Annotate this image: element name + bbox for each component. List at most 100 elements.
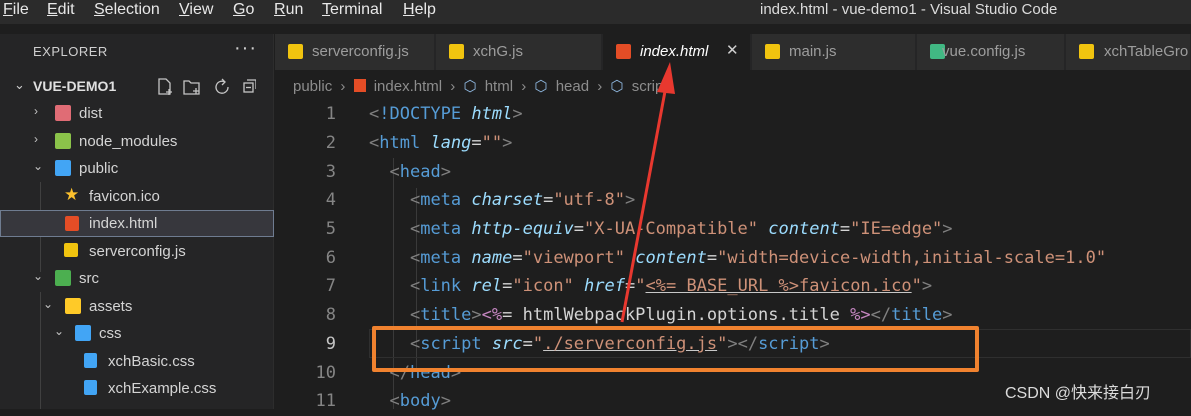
code-text: <body> xyxy=(389,391,451,411)
code-line: 3 <head> xyxy=(275,158,1191,187)
tab-serverconfig-js[interactable]: serverconfig.js xyxy=(275,34,435,70)
menu-run[interactable]: Run xyxy=(274,1,303,19)
chevron-down-icon: ⌄ xyxy=(14,77,25,92)
folder-dist-icon xyxy=(55,105,71,121)
tree-item-xchbasic-css[interactable]: xchBasic.css xyxy=(0,348,274,375)
line-number: 5 xyxy=(325,219,336,239)
folder-css-icon xyxy=(75,325,91,341)
collapse-all-icon[interactable] xyxy=(243,79,256,93)
breadcrumb-html[interactable]: html xyxy=(485,78,513,95)
line-number: 7 xyxy=(325,276,336,296)
menu-selection[interactable]: Selection xyxy=(94,1,160,19)
tree-item-label: index.html xyxy=(89,215,158,232)
tab-index-html[interactable]: index.html ✕ xyxy=(603,34,751,70)
code-text: <html lang=""> xyxy=(369,133,513,153)
tab-label: vue.config.js xyxy=(942,43,1026,60)
editor-tabs: serverconfig.js xchG.js index.html ✕ mai… xyxy=(275,34,1191,70)
cube-icon: ⬡ xyxy=(534,78,548,95)
more-actions-icon[interactable]: ··· xyxy=(234,37,257,60)
tree-item-css[interactable]: ⌄ css xyxy=(0,320,274,347)
star-icon: ★ xyxy=(64,185,80,204)
tree-item-label: assets xyxy=(89,298,133,315)
html5-icon xyxy=(353,79,366,92)
tree-item-label: xchExample.css xyxy=(108,380,217,397)
tree-item-xchexample-css[interactable]: xchExample.css xyxy=(0,375,274,402)
line-number: 2 xyxy=(325,133,336,153)
tree-item-label: favicon.ico xyxy=(89,188,160,205)
line-number: 11 xyxy=(315,391,336,411)
tree-item-dist[interactable]: › dist xyxy=(0,100,274,127)
chevron-down-icon: ⌄ xyxy=(54,324,65,338)
menu-terminal[interactable]: Terminal xyxy=(322,1,382,19)
line-number: 4 xyxy=(325,190,336,210)
tree-item-label: serverconfig.js xyxy=(89,243,186,260)
menu-view[interactable]: View xyxy=(179,1,213,19)
code-line: 1 <!DOCTYPE html> xyxy=(275,100,1191,129)
tree-item-label: xchBasic.css xyxy=(108,353,195,370)
code-line: 7 <link rel="icon" href="<%= BASE_URL %>… xyxy=(275,272,1191,301)
tree-item-src[interactable]: ⌄ src xyxy=(0,265,274,292)
tree-item-label: public xyxy=(79,160,119,177)
project-header[interactable]: ⌄ VUE-DEMO1 xyxy=(0,74,274,100)
explorer-header: EXPLORER xyxy=(33,44,108,59)
line-number: 1 xyxy=(325,104,336,124)
tab-xchtablegro[interactable]: xchTableGro xyxy=(1066,34,1191,70)
line-number: 9 xyxy=(325,334,336,354)
tab-label: xchG.js xyxy=(473,43,524,60)
breadcrumb-head[interactable]: head xyxy=(556,78,589,95)
line-number: 8 xyxy=(325,305,336,325)
js-icon xyxy=(449,44,464,59)
tree-item-index-html[interactable]: index.html xyxy=(0,210,274,237)
tab-vue-config-js[interactable]: vue.config.js xyxy=(917,34,1065,70)
tab-xchg-js[interactable]: xchG.js xyxy=(436,34,602,70)
code-line: 4 <meta charset="utf-8"> xyxy=(275,186,1191,215)
cube-icon: ⬡ xyxy=(463,78,477,95)
menu-file[interactable]: File xyxy=(3,1,29,19)
tree-item-node-modules[interactable]: › node_modules xyxy=(0,128,274,155)
html5-icon xyxy=(616,44,631,59)
chevron-right-icon: › xyxy=(34,132,38,146)
menu-go[interactable]: Go xyxy=(233,1,254,19)
chevron-down-icon: ⌄ xyxy=(43,297,54,311)
breadcrumb-public[interactable]: public xyxy=(293,78,332,95)
tab-label: index.html xyxy=(640,43,709,60)
folder-src-icon xyxy=(55,270,71,286)
code-text: <link rel="icon" href="<%= BASE_URL %>fa… xyxy=(409,276,933,296)
code-line: 2 <html lang=""> xyxy=(275,129,1191,158)
tree-item-assets[interactable]: ⌄ assets xyxy=(0,293,274,320)
window-title: index.html - vue-demo1 - Visual Studio C… xyxy=(760,1,1058,18)
project-name: VUE-DEMO1 xyxy=(33,78,117,94)
menu-edit[interactable]: Edit xyxy=(47,1,75,19)
cube-icon: ⬡ xyxy=(610,78,624,95)
tree-item-favicon[interactable]: ★ favicon.ico xyxy=(0,183,274,210)
refresh-icon[interactable] xyxy=(215,78,229,94)
tree-item-label: src xyxy=(79,270,99,287)
explorer-sidebar: EXPLORER ··· ⌄ VUE-DEMO1 › dist › node_m… xyxy=(0,34,274,409)
js-icon xyxy=(1079,44,1094,59)
breadcrumb: public › index.html › ⬡ html › ⬡ head › … xyxy=(293,77,672,95)
line-number: 10 xyxy=(315,363,336,383)
code-text: <!DOCTYPE html> xyxy=(369,104,523,124)
chevron-right-icon: › xyxy=(340,78,346,95)
tree-item-serverconfig-js[interactable]: serverconfig.js xyxy=(0,238,274,265)
breadcrumb-index-html[interactable]: index.html xyxy=(374,78,442,95)
tree-item-label: node_modules xyxy=(79,133,178,150)
code-text: <title><%= htmlWebpackPlugin.options.tit… xyxy=(409,305,953,325)
tree-item-public[interactable]: ⌄ public xyxy=(0,155,274,182)
close-icon[interactable]: ✕ xyxy=(726,41,739,59)
new-folder-icon[interactable] xyxy=(183,80,200,95)
html5-icon xyxy=(65,216,79,231)
breadcrumb-script[interactable]: script xyxy=(632,78,668,95)
menu-help[interactable]: Help xyxy=(403,1,436,19)
code-line: 5 <meta http-equiv="X-UA-Compatible" con… xyxy=(275,215,1191,244)
chevron-down-icon: ⌄ xyxy=(33,159,44,173)
css-icon xyxy=(84,380,97,395)
chevron-right-icon: › xyxy=(450,78,456,95)
new-file-icon[interactable] xyxy=(158,78,172,95)
tab-main-js[interactable]: main.js xyxy=(752,34,916,70)
code-line: 6 <meta name="viewport" content="width=d… xyxy=(275,244,1191,273)
tab-label: serverconfig.js xyxy=(312,43,409,60)
tab-label: xchTableGro xyxy=(1104,43,1189,60)
tree-item-label: css xyxy=(99,325,122,342)
code-text: <meta charset="utf-8"> xyxy=(409,190,636,210)
